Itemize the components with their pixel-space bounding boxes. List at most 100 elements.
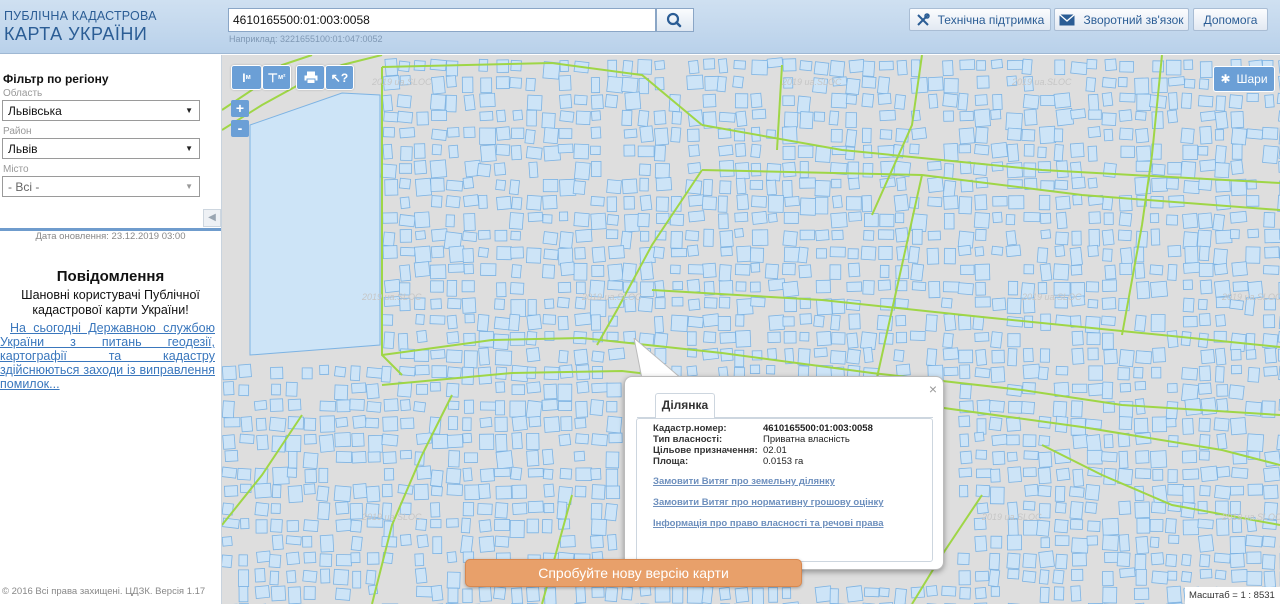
parcel xyxy=(672,281,683,291)
parcel xyxy=(605,468,619,487)
measure-area-button[interactable]: ⊤ м² xyxy=(262,65,291,90)
parcel xyxy=(224,449,239,463)
parcel xyxy=(909,330,926,341)
parcel xyxy=(269,570,280,586)
parcel xyxy=(446,331,460,344)
parcel xyxy=(943,313,957,332)
region-select[interactable]: Львівська ▼ xyxy=(2,100,200,121)
ownership-type-value: Приватна власність xyxy=(763,434,850,445)
parcel xyxy=(543,383,558,400)
parcel xyxy=(736,194,750,211)
map-canvas[interactable]: 2019 ua.SLOC 2019 ua.SLOC 2019 ua.SLOC 2019… xyxy=(222,55,1280,604)
parcel xyxy=(1198,313,1211,327)
collapse-sidebar-button[interactable]: ◀ xyxy=(203,209,221,227)
parcel xyxy=(1230,127,1248,146)
parcel xyxy=(734,143,747,157)
parcel xyxy=(1071,347,1085,365)
layers-button[interactable]: ✱ Шари xyxy=(1213,66,1275,92)
parcel xyxy=(813,314,825,328)
parcel xyxy=(1167,76,1186,87)
close-icon[interactable]: × xyxy=(929,381,937,397)
parcel xyxy=(366,366,384,379)
parcel xyxy=(718,280,734,296)
measure-length-button[interactable]: Iм xyxy=(231,65,262,90)
print-button[interactable] xyxy=(296,65,325,90)
parcel xyxy=(639,585,652,597)
parcel xyxy=(1102,162,1117,178)
parcel xyxy=(495,450,514,470)
parcel xyxy=(606,382,622,398)
region-value: Львівська xyxy=(8,104,62,118)
feedback-button[interactable]: Зворотний зв'язок xyxy=(1054,8,1189,31)
parcel xyxy=(1039,212,1052,224)
parcel xyxy=(528,415,542,428)
tab-parcel[interactable]: Ділянка xyxy=(655,393,715,418)
news-link[interactable]: На сьогодні Державною службою України з … xyxy=(0,321,215,391)
parcel xyxy=(511,384,526,395)
city-select[interactable]: - Всі - ▼ xyxy=(2,176,200,197)
parcel xyxy=(990,366,1006,383)
search-button[interactable] xyxy=(656,8,694,32)
parcel xyxy=(796,95,811,115)
parcel xyxy=(556,296,570,309)
parcel xyxy=(1133,587,1150,601)
parcel xyxy=(703,228,714,247)
parcel xyxy=(493,316,511,331)
parcel xyxy=(448,245,466,263)
parcel xyxy=(445,75,457,88)
parcel xyxy=(845,299,861,312)
parcel xyxy=(1118,400,1134,418)
parcel xyxy=(575,433,590,445)
parcel xyxy=(1167,263,1178,281)
parcel xyxy=(1200,397,1218,416)
parcel xyxy=(446,314,458,330)
order-land-extract-link[interactable]: Замовити Витяг про земельну ділянку xyxy=(653,476,835,487)
parcel xyxy=(1181,450,1198,464)
parcel xyxy=(1134,553,1147,571)
parcel xyxy=(511,127,525,139)
district-select[interactable]: Львів ▼ xyxy=(2,138,200,159)
parcel xyxy=(814,179,831,197)
new-version-banner[interactable]: Спробуйте нову версію карти xyxy=(465,559,802,587)
identify-button[interactable]: ↖? xyxy=(325,65,354,90)
parcel xyxy=(1230,111,1245,129)
parcel xyxy=(768,586,779,603)
parcel xyxy=(1214,162,1230,179)
parcel xyxy=(1104,264,1117,280)
parcel xyxy=(240,518,250,530)
parcel xyxy=(1150,228,1161,246)
support-button[interactable]: Технічна підтримка xyxy=(909,8,1051,31)
parcel xyxy=(479,433,495,451)
help-button[interactable]: Допомога xyxy=(1193,8,1268,31)
parcel xyxy=(1038,194,1051,211)
parcel xyxy=(720,246,733,257)
parcel xyxy=(493,162,507,176)
parcel xyxy=(285,381,298,397)
parcel xyxy=(976,60,986,71)
parcel xyxy=(992,196,1008,207)
parcel xyxy=(942,347,960,361)
parcel xyxy=(846,281,863,293)
zoom-in-button[interactable]: + xyxy=(231,100,249,117)
parcel xyxy=(476,313,490,332)
parcel xyxy=(1215,229,1233,244)
parcel xyxy=(494,535,510,548)
parcel xyxy=(414,364,430,376)
parcel xyxy=(414,230,427,241)
parcel xyxy=(1116,551,1131,567)
dropdown-arrow-icon: ▼ xyxy=(185,144,193,153)
order-valuation-extract-link[interactable]: Замовити Витяг про нормативну грошову оц… xyxy=(653,497,884,508)
site-logo[interactable]: ПУБЛІЧНА КАДАСТРОВА КАРТА УКРАЇНИ xyxy=(4,10,157,43)
parcel xyxy=(1006,451,1018,462)
parcel xyxy=(572,180,586,195)
search-input[interactable] xyxy=(228,8,656,32)
parcel xyxy=(959,110,974,122)
parcel xyxy=(1134,110,1147,121)
parcel xyxy=(912,228,923,245)
parcel xyxy=(1070,400,1083,418)
parcel xyxy=(1182,144,1198,160)
ownership-info-link[interactable]: Інформація про право власності та речові… xyxy=(653,518,884,529)
parcel xyxy=(1133,417,1149,434)
parcel xyxy=(287,398,302,411)
zoom-out-button[interactable]: - xyxy=(231,120,249,137)
